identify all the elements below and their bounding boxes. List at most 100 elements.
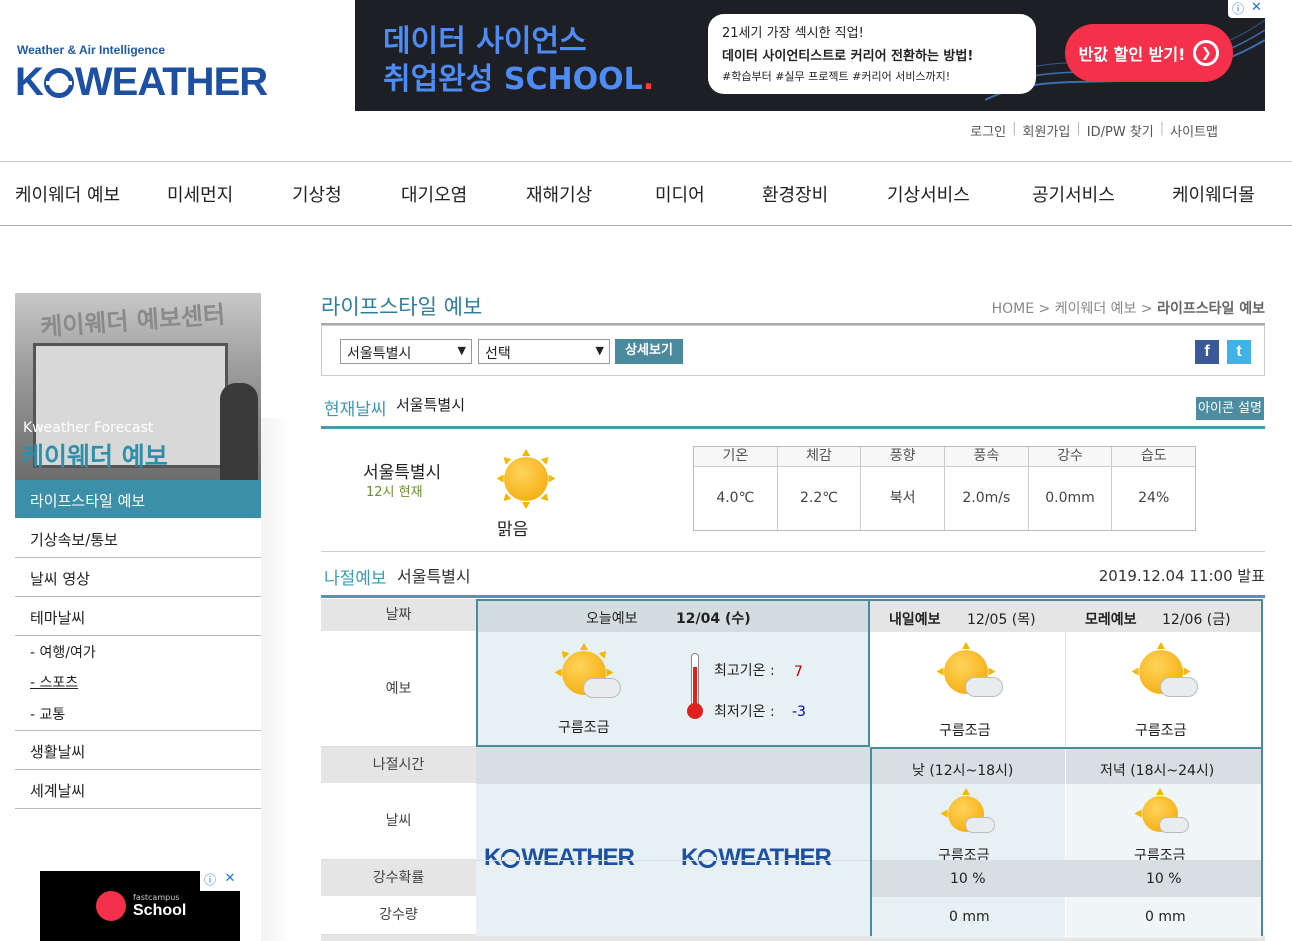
today-header (478, 601, 868, 632)
row-header-forecast: 예보 (321, 632, 476, 747)
sitemap-link[interactable]: 사이트맵 (1170, 121, 1218, 140)
kweather-watermark-area: K WEATHER K WEATHER (476, 784, 870, 936)
login-link[interactable]: 로그인 (970, 121, 1006, 140)
breadcrumb-home[interactable]: HOME (992, 301, 1034, 317)
slot-afternoon-amount: 0 mm (949, 909, 990, 925)
nav-disaster-weather[interactable]: 재해기상 (526, 181, 592, 207)
nav-weather-service[interactable]: 기상서비스 (887, 181, 970, 207)
sidebar-item-lifestyle[interactable]: 라이프스타일 예보 (15, 480, 261, 518)
sidebar-item-world[interactable]: 세계날씨 (15, 770, 261, 809)
row-header-amount: 강수량 (321, 897, 476, 935)
divider (321, 595, 1265, 598)
facebook-icon[interactable]: f (1195, 340, 1219, 364)
signup-link[interactable]: 회원가입 (1023, 121, 1071, 140)
partly-cloudy-icon (1134, 788, 1192, 838)
utility-links: 로그인 | 회원가입 | ID/PW 찾기 | 사이트맵 (970, 121, 1218, 140)
kweather-logo[interactable]: K WEATHER (15, 60, 268, 105)
find-idpw-link[interactable]: ID/PW 찾기 (1087, 121, 1154, 140)
subregion-select[interactable]: 선택 ▼ (478, 339, 610, 364)
slot-evening-amount: 0 mm (1145, 909, 1186, 925)
sidebar-item-breaking[interactable]: 기상속보/통보 (15, 519, 261, 558)
arrow-right-icon: ❯ (1193, 40, 1220, 66)
current-desc: 맑음 (497, 520, 529, 540)
ad-close-icon[interactable]: ✕ (220, 871, 240, 891)
kweather-watermark-2: K WEATHER (681, 844, 832, 871)
thermometer-icon (686, 653, 704, 723)
twitter-icon[interactable]: t (1227, 340, 1251, 364)
sidebar-sub-traffic[interactable]: - 교통 (30, 704, 65, 724)
row-header-weather: 날씨 (321, 784, 476, 860)
value-humidity: 24% (1138, 490, 1170, 506)
tomorrow-label: 내일예보 (889, 612, 941, 628)
globe-icon (698, 848, 718, 868)
sunny-icon (495, 449, 557, 509)
nav-kweather-mall[interactable]: 케이웨더몰 (1172, 181, 1255, 207)
page-title: 라이프스타일 예보 (321, 295, 483, 319)
dropdown-arrow-icon: ▼ (595, 344, 604, 357)
forecast-city: 서울특별시 (397, 567, 471, 586)
main-nav: 케이웨더 예보 미세먼지 기상청 대기오염 재해기상 미디어 환경장비 기상서비… (0, 161, 1292, 226)
row-header-prob: 강수확률 (321, 860, 476, 897)
presenter-figure (220, 383, 258, 480)
nav-fine-dust[interactable]: 미세먼지 (167, 181, 233, 207)
value-precip: 0.0mm (1045, 490, 1095, 506)
fastcampus-logo-icon (96, 891, 126, 921)
breadcrumb: HOME > 케이웨더 예보 > 라이프스타일 예보 (991, 301, 1265, 317)
header-precip: 강수 (1028, 447, 1112, 467)
partly-cloudy-icon (940, 788, 998, 838)
nav-env-equipment[interactable]: 환경장비 (762, 181, 828, 207)
time-empty-cell (476, 747, 870, 784)
row-header-date: 날짜 (321, 599, 476, 632)
slot-afternoon: 낮 (12시~18시) (912, 763, 1014, 779)
top-ad-banner[interactable]: 데이터 사이언스 취업완성 SCHOOL. 21세기 가장 섹시한 직업! 데이… (355, 0, 1265, 111)
today-forecast-box: 오늘예보 12/04 (수) 구름조금 최고기온 : 7 최저기온 : -3 (476, 599, 870, 747)
nav-air-pollution[interactable]: 대기오염 (401, 181, 467, 207)
partly-cloudy-icon (1131, 642, 1201, 704)
slot-evening: 저녁 (18시~24시) (1100, 763, 1215, 779)
divider (321, 551, 1265, 552)
sidebar-item-video[interactable]: 날씨 영상 (15, 558, 261, 597)
sidebar-shadow (261, 418, 291, 941)
sidebar-sub-travel[interactable]: - 여행/여가 (30, 642, 96, 662)
tomorrow-date: 12/05 (목) (967, 612, 1036, 628)
nav-media[interactable]: 미디어 (655, 181, 705, 207)
value-feels: 2.2℃ (800, 490, 838, 506)
nav-kma[interactable]: 기상청 (292, 181, 342, 207)
value-wind-speed: 2.0m/s (962, 490, 1011, 506)
min-temp-value: -3 (792, 704, 806, 720)
ad-cta-button[interactable]: 반값 할인 받기! ❯ (1065, 24, 1233, 82)
breadcrumb-forecast[interactable]: 케이웨더 예보 (1055, 301, 1137, 317)
divider (321, 426, 1265, 429)
ad-info-icon[interactable]: ⓘ (200, 871, 220, 891)
tomorrow-desc: 구름조금 (939, 723, 991, 739)
sidebar-sub-sports[interactable]: - 스포츠 (30, 672, 78, 692)
detail-button[interactable]: 상세보기 (615, 339, 683, 364)
min-temp-label: 최저기온 : (714, 704, 775, 720)
forecast-label: 나절예보 (324, 569, 387, 589)
nav-air-service[interactable]: 공기서비스 (1032, 181, 1115, 207)
dayafter-date: 12/06 (금) (1162, 612, 1231, 628)
logo-weather: WEATHER (74, 60, 268, 104)
current-city: 서울특별시 (396, 396, 466, 414)
current-conditions-table: 기온 4.0℃ 체감 2.2℃ 풍향 북서 풍속 2.0m/s 강수 0.0mm 습도 24… (693, 446, 1196, 531)
globe-icon (501, 848, 521, 868)
nav-kweather-forecast[interactable]: 케이웨더 예보 (15, 181, 120, 207)
ad-close-icon[interactable]: ✕ (1248, 0, 1265, 18)
current-city-name: 서울특별시 (363, 463, 442, 483)
tomorrow-header: 내일예보 12/05 (목) (870, 599, 1065, 632)
sidebar-ad[interactable]: fastcampus School ⓘ ✕ (40, 871, 240, 941)
icon-legend-button[interactable]: 아이콘 설명 (1196, 397, 1264, 420)
max-temp-label: 최고기온 : (714, 663, 775, 679)
header-temp: 기온 (694, 447, 777, 467)
region-select[interactable]: 서울특별시 ▼ (340, 339, 472, 364)
sidebar-item-theme[interactable]: 테마날씨 (15, 597, 261, 636)
partly-cloudy-icon (554, 643, 624, 705)
today-date: 12/04 (수) (676, 611, 751, 627)
kweather-watermark-1: K WEATHER (484, 844, 635, 871)
dropdown-arrow-icon: ▼ (457, 344, 466, 357)
ad-info-icon[interactable]: ⓘ (1228, 0, 1248, 18)
sidebar-item-life[interactable]: 생활날씨 (15, 731, 261, 770)
partly-cloudy-icon (936, 642, 1006, 704)
header-wind-speed: 풍속 (945, 447, 1028, 467)
slot-afternoon-prob: 10 % (950, 871, 986, 887)
